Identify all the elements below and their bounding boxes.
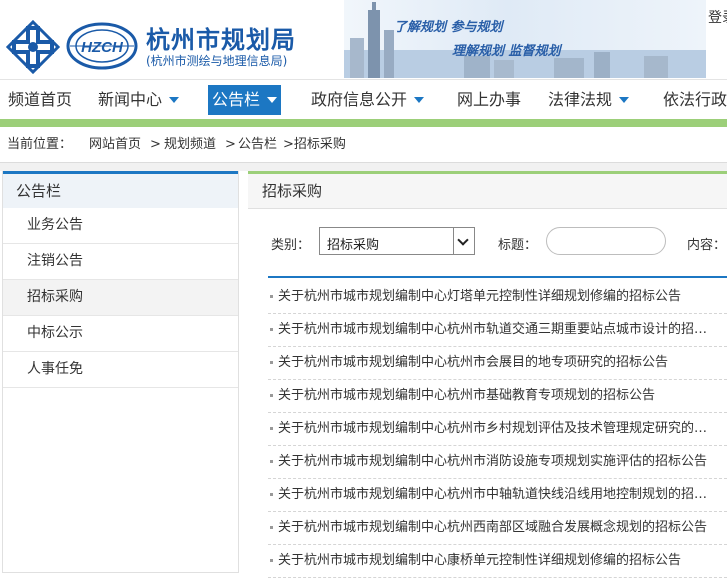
sidebar-heading: 公告栏 [3, 171, 238, 208]
nav-item-label: 新闻中心 [98, 90, 163, 109]
list-item[interactable]: 关于杭州市城市规划编制中心杭州市乡村规划评估及技术管理规定研究的招标公告 [268, 412, 727, 446]
bullet-icon [270, 361, 273, 364]
category-select-value: 招标采购 [327, 238, 380, 253]
list-item[interactable]: 关于杭州市城市规划编制中心康桥单元控制性详细规划修编的招标公告 [268, 544, 727, 578]
breadcrumb-separator: > [225, 137, 236, 152]
list-item-title[interactable]: 关于杭州市城市规划编制中心杭州市消防设施专项规划实施评估的招标公告 [278, 445, 710, 478]
main-heading: 招标采购 [248, 171, 727, 209]
sidebar-item-label: 业务公告 [27, 217, 83, 233]
sidebar-item-label: 招标采购 [27, 289, 83, 305]
site-header: HZCH 杭州市规划局 (杭州市测绘与地理信息局) 了解规划 参与规划 理解规划… [0, 0, 727, 78]
slogan-line-2: 理解规划 监督规划 [452, 44, 561, 59]
nav-item-label: 公告栏 [212, 90, 261, 109]
title-search-input[interactable] [546, 227, 666, 255]
list-item-title[interactable]: 关于杭州市城市规划编制中心灯塔单元控制性详细规划修编的招标公告 [278, 280, 710, 313]
content-divider [0, 163, 727, 171]
nav-item-label: 依法行政 [663, 90, 727, 109]
sidebar-item-label: 人事任免 [27, 361, 83, 377]
breadcrumb-prefix: 当前位置： [7, 137, 73, 152]
filter-bar: 类别： 招标采购 标题： 内容： [248, 225, 727, 259]
breadcrumb-section-link[interactable]: 公告栏 [238, 127, 277, 162]
category-label: 类别： [271, 238, 311, 253]
breadcrumb-channel-link[interactable]: 规划频道 [164, 127, 216, 162]
list-item[interactable]: 关于杭州市城市规划编制中心杭州市会展目的地专项研究的招标公告 [268, 346, 727, 380]
main-nav: 频道首页 新闻中心 公告栏 政府信息公开 网上办事 法律法规 依法行政 [0, 79, 727, 120]
chevron-down-icon [453, 228, 474, 254]
page-title: 招标采购 [262, 182, 323, 200]
sidebar-item-personnel[interactable]: 人事任免 [3, 352, 238, 388]
sidebar-item-label: 中标公示 [27, 325, 83, 341]
bureau-emblem-icon [6, 20, 60, 74]
list-item[interactable]: 关于杭州市城市规划编制中心杭州市中轴轨道快线沿线用地控制规划的招标公告 [268, 478, 727, 512]
sidebar-heading-label: 公告栏 [16, 182, 62, 200]
bullet-icon [270, 394, 273, 397]
nav-item-admin-law[interactable]: 依法行政 [659, 85, 727, 115]
city-skyline-image [344, 2, 706, 78]
chevron-down-icon [414, 96, 425, 103]
sidebar: 公告栏 业务公告 注销公告 招标采购 中标公示 人事任免 [2, 171, 239, 573]
list-item[interactable]: 关于杭州市城市规划编制中心杭州市轨道交通三期重要站点城市设计的招标公告 [268, 313, 727, 347]
list-item-title[interactable]: 关于杭州市城市规划编制中心杭州市中轴轨道快线沿线用地控制规划的招标公告 [278, 478, 710, 511]
breadcrumb: 当前位置： 网站首页 > 规划频道 > 公告栏 >招标采购 [0, 127, 727, 163]
nav-item-bulletin[interactable]: 公告栏 [208, 85, 282, 115]
chevron-down-icon [619, 96, 630, 103]
breadcrumb-home-link[interactable]: 网站首页 [89, 127, 141, 162]
chevron-down-icon [169, 96, 180, 103]
nav-item-label: 网上办事 [457, 90, 522, 109]
site-title[interactable]: 杭州市规划局 [146, 20, 296, 55]
sidebar-item-award-notices[interactable]: 中标公示 [3, 316, 238, 352]
category-select[interactable]: 招标采购 [319, 227, 475, 255]
site-subtitle: (杭州市测绘与地理信息局) [146, 54, 288, 68]
title-label: 标题： [498, 238, 538, 253]
breadcrumb-current: >招标采购 [283, 137, 346, 152]
logo-text: HZCH [81, 39, 124, 56]
breadcrumb-separator: > [150, 137, 161, 152]
list-item-title[interactable]: 关于杭州市城市规划编制中心杭州市乡村规划评估及技术管理规定研究的招标公告 [278, 412, 710, 445]
list-item-title[interactable]: 关于杭州市城市规划编制中心杭州市基础教育专项规划的招标公告 [278, 379, 710, 412]
list-item[interactable]: 关于杭州市城市规划编制中心杭州市基础教育专项规划的招标公告 [268, 379, 727, 413]
list-top-border [268, 276, 727, 278]
nav-item-label: 法律法规 [548, 90, 613, 109]
nav-accent-bar [0, 119, 727, 127]
nav-item-news[interactable]: 新闻中心 [94, 85, 183, 115]
nav-item-label: 频道首页 [8, 90, 73, 109]
bullet-icon [270, 460, 273, 463]
login-link[interactable]: 登录 [708, 7, 727, 27]
list-item[interactable]: 关于杭州市城市规划编制中心杭州西南部区域融合发展概念规划的招标公告 [268, 511, 727, 545]
sidebar-item-procurement[interactable]: 招标采购 [3, 280, 238, 316]
bullet-icon [270, 493, 273, 496]
bullet-icon [270, 559, 273, 562]
list-item-title[interactable]: 关于杭州市城市规划编制中心康桥单元控制性详细规划修编的招标公告 [278, 544, 710, 577]
content-label: 内容： [687, 238, 727, 253]
slogan-line-1: 了解规划 参与规划 [394, 20, 503, 35]
bullet-icon [270, 295, 273, 298]
nav-item-label: 政府信息公开 [311, 90, 408, 109]
header-banner: 了解规划 参与规划 理解规划 监督规划 [344, 0, 706, 78]
sidebar-item-business-notices[interactable]: 业务公告 [3, 208, 238, 244]
bullet-icon [270, 427, 273, 430]
bullet-icon [270, 526, 273, 529]
nav-item-gov-info[interactable]: 政府信息公开 [307, 85, 428, 115]
hzch-logo-icon: HZCH [66, 22, 138, 70]
sidebar-item-label: 注销公告 [27, 253, 83, 269]
list-item[interactable]: 关于杭州市城市规划编制中心杭州市消防设施专项规划实施评估的招标公告 [268, 445, 727, 479]
chevron-down-icon [267, 96, 278, 103]
list-item-title[interactable]: 关于杭州市城市规划编制中心杭州市轨道交通三期重要站点城市设计的招标公告 [278, 313, 710, 346]
list-item-title[interactable]: 关于杭州市城市规划编制中心杭州市会展目的地专项研究的招标公告 [278, 346, 710, 379]
main-content: 招标采购 类别： 招标采购 标题： 内容： 关于杭州市城市规划编制中心灯塔单元控… [248, 171, 727, 578]
bullet-icon [270, 328, 273, 331]
nav-item-online-services[interactable]: 网上办事 [453, 85, 525, 115]
nav-item-channel-home[interactable]: 频道首页 [4, 85, 76, 115]
list-item[interactable]: 关于杭州市城市规划编制中心灯塔单元控制性详细规划修编的招标公告 [268, 280, 727, 314]
nav-item-laws[interactable]: 法律法规 [544, 85, 633, 115]
sidebar-item-cancellation-notices[interactable]: 注销公告 [3, 244, 238, 280]
list-item-title[interactable]: 关于杭州市城市规划编制中心杭州西南部区域融合发展概念规划的招标公告 [278, 511, 710, 544]
